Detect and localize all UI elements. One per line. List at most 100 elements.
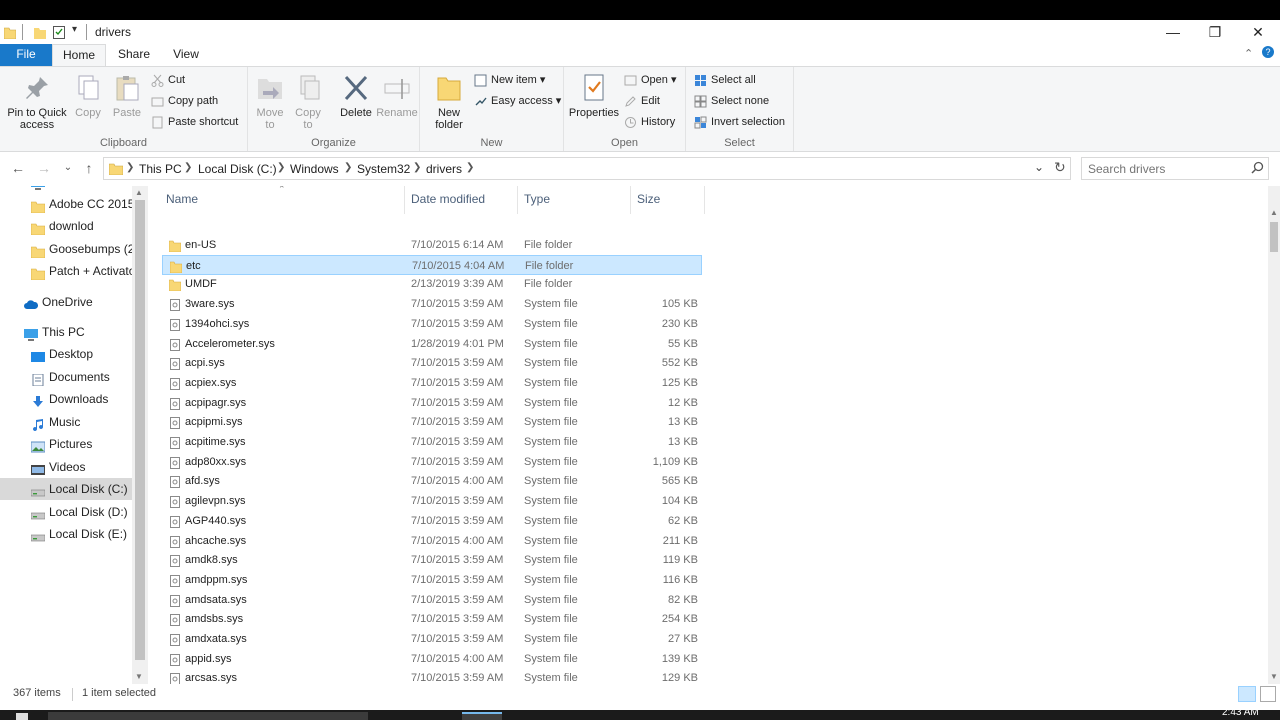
qat-dropdown-icon[interactable]: ▾ [72, 24, 77, 35]
column-header-name[interactable]: Name [166, 192, 198, 206]
paste-shortcut-button[interactable]: Paste shortcut [151, 113, 238, 131]
tab-share[interactable]: Share [110, 44, 158, 66]
breadcrumb-chevron[interactable]: ❯ [184, 162, 192, 173]
file-row[interactable]: afd.sys 7/10/2015 4:00 AM System file 565 K… [162, 471, 702, 491]
tab-home[interactable]: Home [52, 44, 106, 66]
nav-item-local-disk-d[interactable]: Local Disk (D:) [0, 501, 132, 523]
file-row[interactable]: AGP440.sys 7/10/2015 3:59 AM System file 62… [162, 511, 702, 531]
file-row[interactable]: acpipagr.sys 7/10/2015 3:59 AM System file… [162, 393, 702, 413]
open-button[interactable]: Open ▾ [624, 71, 677, 89]
invert-selection-button[interactable]: Invert selection [694, 113, 785, 131]
file-row[interactable]: 3ware.sys 7/10/2015 3:59 AM System file 105… [162, 294, 702, 314]
delete-button[interactable]: Delete [336, 71, 376, 119]
select-none-button[interactable]: Select none [694, 92, 769, 110]
breadcrumb-chevron[interactable]: ❯ [413, 162, 421, 173]
nav-item-music[interactable]: Music [0, 411, 132, 433]
nav-item-local-disk-e[interactable]: Local Disk (E:) [0, 523, 132, 545]
properties-button[interactable]: Properties [566, 71, 622, 119]
nav-item-downlod[interactable]: downlod [0, 215, 132, 237]
breadcrumb-chevron[interactable]: ❯ [466, 162, 474, 173]
minimize-button[interactable]: — [1152, 20, 1194, 44]
copy-button[interactable]: Copy [70, 71, 106, 119]
nav-item-local-disk-c[interactable]: Local Disk (C:) [0, 478, 132, 500]
refresh-button[interactable]: ↻ [1054, 159, 1066, 176]
large-icons-view-icon[interactable] [1260, 686, 1276, 702]
file-row[interactable]: agilevpn.sys 7/10/2015 3:59 AM System file… [162, 491, 702, 511]
copy-path-button[interactable]: Copy path [151, 92, 218, 110]
explorer-taskbar-icon[interactable] [462, 712, 502, 720]
file-row[interactable]: amdk8.sys 7/10/2015 3:59 AM System file 119… [162, 550, 702, 570]
file-row[interactable]: acpi.sys 7/10/2015 3:59 AM System file 552 … [162, 353, 702, 373]
breadcrumb-local-disk[interactable]: Local Disk (C:) [198, 162, 277, 176]
nav-item-patch-activato[interactable]: Patch + Activato [0, 260, 132, 282]
back-button[interactable]: ← [10, 160, 26, 176]
file-row[interactable]: acpitime.sys 7/10/2015 3:59 AM System file… [162, 432, 702, 452]
nav-item-adobe-cc-2015-i[interactable]: Adobe CC 2015 I [0, 193, 132, 215]
search-input[interactable] [1088, 159, 1248, 179]
new-folder-icon[interactable] [34, 26, 46, 39]
help-icon[interactable]: ? [1262, 46, 1274, 58]
new-item-button[interactable]: New item ▾ [474, 71, 545, 89]
breadcrumb-chevron[interactable]: ❯ [344, 162, 352, 173]
file-row[interactable]: ahcache.sys 7/10/2015 4:00 AM System file 2… [162, 531, 702, 551]
column-divider[interactable] [517, 186, 518, 214]
clock[interactable]: 2:43 AM [1222, 708, 1259, 718]
file-row[interactable]: en-US 7/10/2015 6:14 AM File folder [162, 235, 702, 255]
scroll-down-arrow[interactable]: ▼ [1270, 672, 1278, 681]
nav-item-goosebumps-20[interactable]: Goosebumps (20 [0, 238, 132, 260]
tab-file[interactable]: File [0, 44, 52, 66]
nav-item-this-pc[interactable]: This PC 📌 [0, 186, 132, 192]
file-row[interactable]: acpiex.sys 7/10/2015 3:59 AM System file 12… [162, 373, 702, 393]
file-list-scroll-thumb[interactable] [1270, 222, 1278, 252]
file-row[interactable]: appid.sys 7/10/2015 4:00 AM System file 139… [162, 649, 702, 669]
nav-item-desktop[interactable]: Desktop [0, 343, 132, 365]
edit-button[interactable]: Edit [624, 92, 660, 110]
history-button[interactable]: History [624, 113, 675, 131]
column-divider[interactable] [704, 186, 705, 214]
nav-item-onedrive[interactable]: OneDrive [0, 291, 132, 313]
file-row[interactable]: adp80xx.sys 7/10/2015 3:59 AM System file 1… [162, 452, 702, 472]
navigation-scroll-thumb[interactable] [135, 200, 145, 660]
cut-button[interactable]: Cut [151, 71, 185, 89]
column-header-size[interactable]: Size [637, 192, 660, 206]
pin-icon[interactable]: 📌 [118, 186, 128, 192]
breadcrumb-this-pc[interactable]: This PC [139, 162, 182, 176]
column-divider[interactable] [404, 186, 405, 214]
address-bar[interactable]: ❯ This PC ❯ Local Disk (C:) ❯ Windows ❯ … [103, 157, 1071, 180]
details-view-icon[interactable] [1238, 686, 1256, 702]
recent-locations-button[interactable]: ⌄ [60, 162, 76, 173]
file-row[interactable]: arcsas.sys 7/10/2015 3:59 AM System file 12… [162, 668, 702, 684]
column-header-date[interactable]: Date modified [411, 192, 485, 206]
nav-item-this-pc[interactable]: This PC [0, 321, 132, 343]
breadcrumb-system32[interactable]: System32 [357, 162, 410, 176]
navigation-scrollbar[interactable]: ▲ ▼ [132, 186, 148, 684]
taskbar-search-box[interactable] [48, 712, 368, 720]
select-all-button[interactable]: Select all [694, 71, 756, 89]
new-folder-button[interactable]: New folder [426, 71, 472, 131]
column-divider[interactable] [630, 186, 631, 214]
rename-button[interactable]: Rename [376, 71, 418, 119]
file-row[interactable]: amdxata.sys 7/10/2015 3:59 AM System file 2… [162, 629, 702, 649]
file-row[interactable]: acpipmi.sys 7/10/2015 3:59 AM System file 1… [162, 412, 702, 432]
file-row[interactable]: Accelerometer.sys 1/28/2019 4:01 PM System… [162, 334, 702, 354]
nav-item-downloads[interactable]: Downloads [0, 388, 132, 410]
copy-to-button[interactable]: Copy to [290, 71, 326, 131]
search-box[interactable] [1081, 157, 1269, 180]
column-header-type[interactable]: Type [524, 192, 550, 206]
file-row[interactable]: 1394ohci.sys 7/10/2015 3:59 AM System file… [162, 314, 702, 334]
easy-access-button[interactable]: Easy access ▾ [474, 92, 561, 110]
nav-item-pictures[interactable]: Pictures [0, 433, 132, 455]
breadcrumb-chevron[interactable]: ❯ [126, 162, 134, 173]
breadcrumb-windows[interactable]: Windows [290, 162, 339, 176]
breadcrumb-chevron[interactable]: ❯ [277, 162, 285, 173]
paste-button[interactable]: Paste [108, 71, 146, 119]
address-dropdown-icon[interactable]: ⌄ [1034, 160, 1044, 174]
restore-button[interactable]: ❐ [1194, 20, 1236, 44]
start-button[interactable] [16, 713, 28, 720]
tab-view[interactable]: View [162, 44, 210, 66]
file-list-scrollbar[interactable]: ▲ ▼ [1268, 186, 1280, 684]
file-row[interactable]: amdppm.sys 7/10/2015 3:59 AM System file 11… [162, 570, 702, 590]
nav-item-videos[interactable]: Videos [0, 456, 132, 478]
close-button[interactable]: ✕ [1237, 20, 1279, 44]
file-row[interactable]: amdsata.sys 7/10/2015 3:59 AM System file 8… [162, 590, 702, 610]
